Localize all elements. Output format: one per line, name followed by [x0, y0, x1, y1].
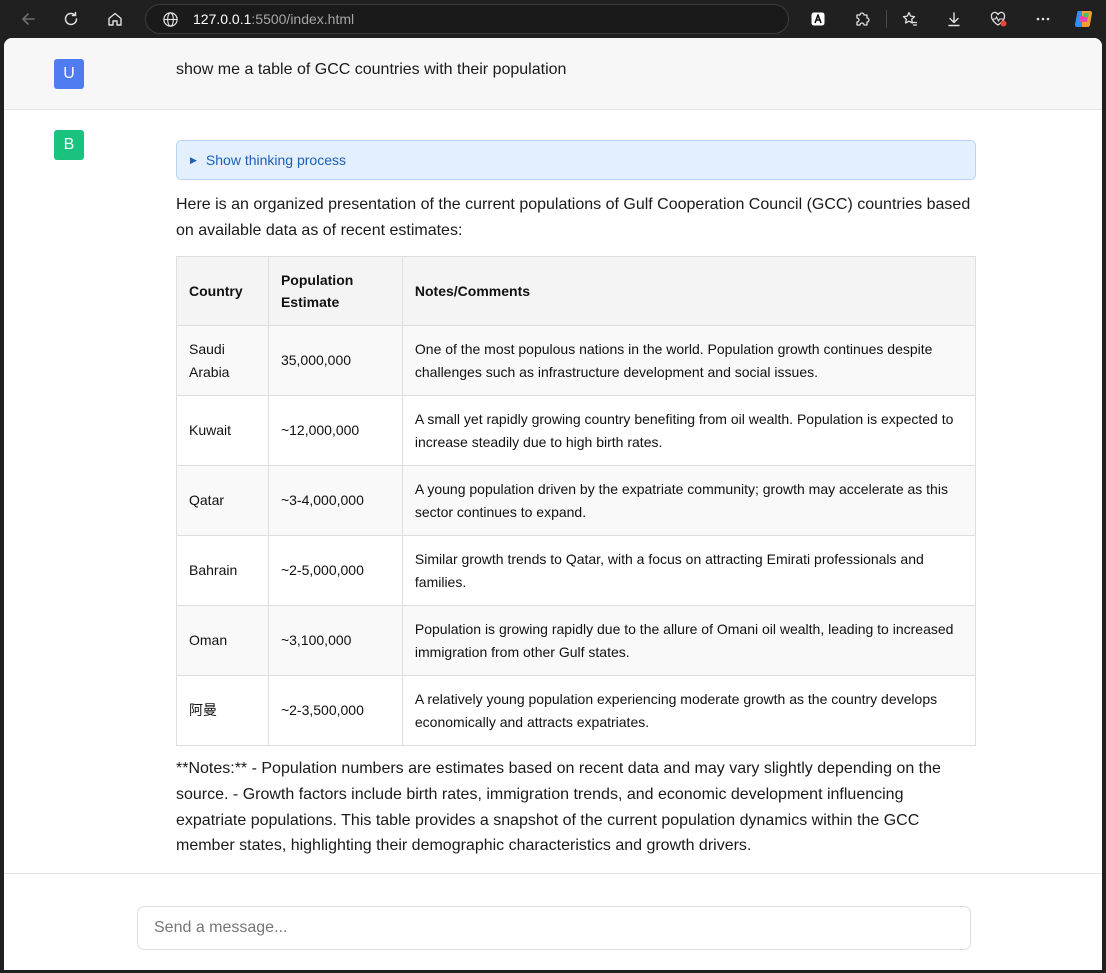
browser-toolbar: 127.0.0.1:5500/index.html: [0, 0, 1106, 38]
user-avatar: U: [54, 59, 84, 89]
table-cell-population: ~3,100,000: [267, 605, 403, 676]
bot-avatar: B: [54, 130, 84, 160]
table-cell-country: Qatar: [176, 465, 269, 536]
heart-pulse-icon[interactable]: [984, 5, 1012, 33]
table-header-cell: Population Estimate: [267, 256, 403, 326]
address-bar[interactable]: 127.0.0.1:5500/index.html: [145, 4, 789, 34]
globe-icon: [163, 11, 178, 27]
user-message-row: U show me a table of GCC countries with …: [4, 38, 1102, 110]
show-thinking-toggle[interactable]: ▶ Show thinking process: [176, 140, 976, 180]
table-cell-country: Saudi Arabia: [176, 325, 269, 396]
table-row: 阿曼 ~2-3,500,000 A relatively young popul…: [176, 675, 977, 746]
message-composer[interactable]: [137, 906, 971, 950]
table-cell-notes: One of the most populous nations in the …: [401, 325, 977, 396]
table-cell-country: 阿曼: [176, 675, 269, 746]
url-path: :5500/index.html: [251, 11, 355, 27]
table-cell-population: ~3-4,000,000: [267, 465, 403, 536]
expand-triangle-icon: ▶: [190, 154, 197, 165]
extension-a-icon[interactable]: [804, 5, 832, 33]
table-header-cell: Notes/Comments: [401, 256, 977, 326]
table-row: Bahrain ~2-5,000,000 Similar growth tren…: [176, 535, 977, 606]
table-row: Oman ~3,100,000 Population is growing ra…: [176, 605, 977, 676]
table-cell-notes: Similar growth trends to Qatar, with a f…: [401, 535, 977, 606]
table-cell-notes: Population is growing rapidly due to the…: [401, 605, 977, 676]
refresh-icon[interactable]: [57, 5, 85, 33]
population-table: Country Population Estimate Notes/Commen…: [176, 256, 977, 746]
user-message-text: show me a table of GCC countries with th…: [176, 61, 567, 78]
table-cell-population: ~12,000,000: [267, 395, 403, 466]
favorites-star-icon[interactable]: [896, 5, 924, 33]
table-cell-notes: A small yet rapidly growing country bene…: [401, 395, 977, 466]
url-host: 127.0.0.1: [193, 11, 252, 27]
bot-intro-text: Here is an organized presentation of the…: [176, 196, 971, 239]
table-cell-country: Oman: [176, 605, 269, 676]
puzzle-icon[interactable]: [848, 5, 876, 33]
back-arrow-icon[interactable]: [14, 5, 42, 33]
download-icon[interactable]: [940, 5, 968, 33]
toolbar-separator: [886, 10, 887, 28]
table-row: Saudi Arabia 35,000,000 One of the most …: [176, 325, 977, 396]
table-cell-country: Kuwait: [176, 395, 269, 466]
more-dots-icon[interactable]: [1029, 5, 1057, 33]
bot-notes-text: **Notes:** - Population numbers are esti…: [176, 760, 941, 855]
chat-page: U show me a table of GCC countries with …: [4, 38, 1102, 970]
copilot-icon[interactable]: [1070, 5, 1098, 33]
bot-message: ▶ Show thinking process Here is an organ…: [176, 140, 977, 859]
composer-divider: [4, 873, 1102, 874]
table-cell-population: 35,000,000: [267, 325, 403, 396]
table-cell-country: Bahrain: [176, 535, 269, 606]
table-row: Kuwait ~12,000,000 A small yet rapidly g…: [176, 395, 977, 466]
table-row: Qatar ~3-4,000,000 A young population dr…: [176, 465, 977, 536]
table-header-row: Country Population Estimate Notes/Commen…: [176, 256, 977, 326]
show-thinking-label: Show thinking process: [205, 152, 346, 168]
table-cell-notes: A relatively young population experienci…: [401, 675, 977, 746]
table-cell-population: ~2-3,500,000: [267, 675, 403, 746]
table-cell-notes: A young population driven by the expatri…: [401, 465, 977, 536]
table-header-cell: Country: [176, 256, 269, 326]
table-cell-population: ~2-5,000,000: [267, 535, 403, 606]
message-input[interactable]: [138, 907, 970, 949]
home-icon[interactable]: [101, 5, 129, 33]
